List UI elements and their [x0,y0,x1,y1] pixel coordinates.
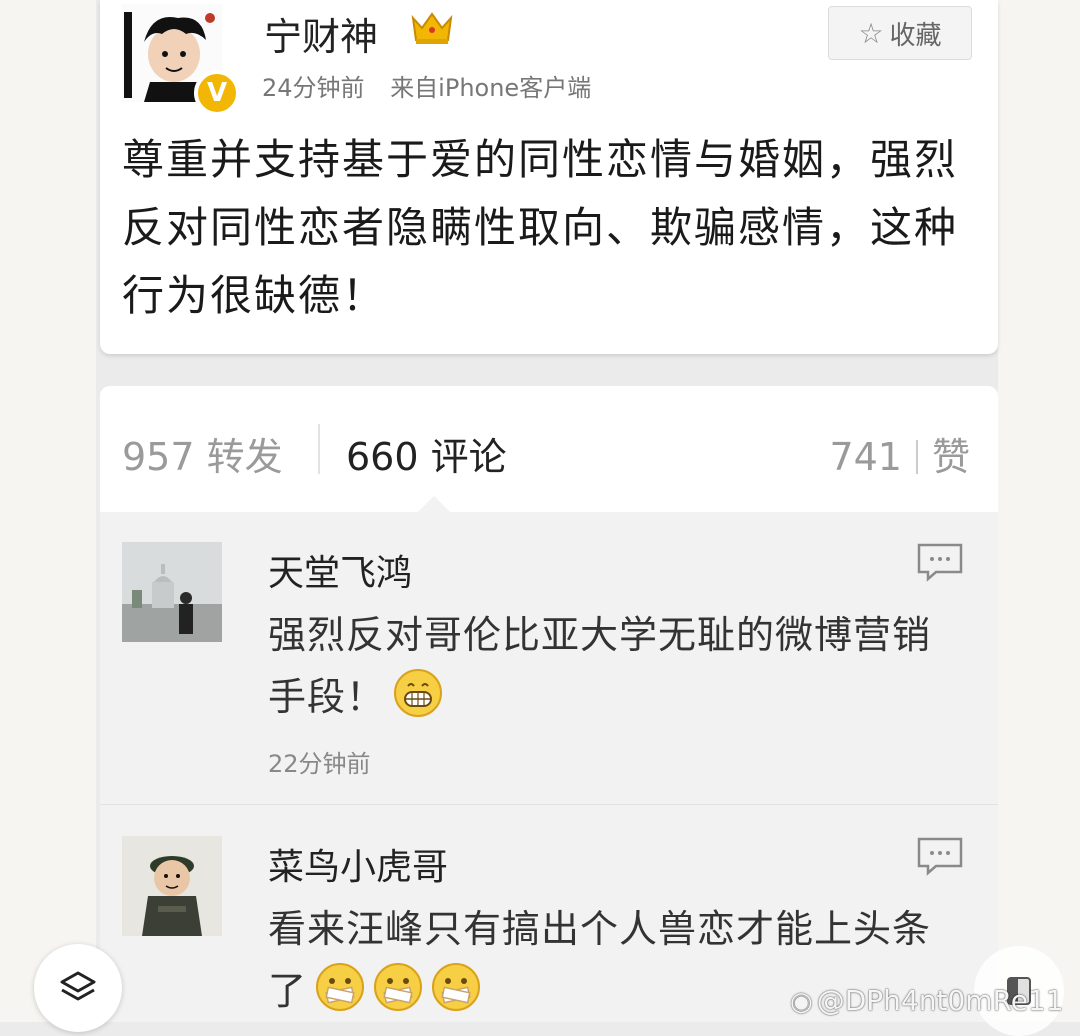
post-source[interactable]: 来自iPhone客户端 [390,74,591,102]
comment-author-name[interactable]: 菜鸟小虎哥 [268,838,448,890]
comment-author-name[interactable]: 天堂飞鸿 [268,544,412,596]
stats-divider [318,424,320,474]
crown-icon [411,12,453,44]
favorite-button[interactable]: ☆ 收藏 [828,6,972,60]
post-username[interactable]: 宁财神 [264,6,378,61]
watermark-handle: @DPh4nt0mRe11 [816,984,1064,1017]
stats-bar: 957 转发 660 评论 741 赞 [100,386,998,512]
post-time: 24分钟前 [262,74,365,102]
layers-button[interactable] [34,944,122,1032]
comments-tab[interactable]: 660 评论 [346,426,507,481]
likes-label: 赞 [931,435,970,479]
comments-list: 天堂飞鸿 强烈反对哥伦比亚大学无耻的微博营销手段！ 22分钟前 菜鸟小虎哥 看来… [100,512,998,1022]
post-text: 尊重并支持基于爱的同性恋情与婚姻，强烈反对同性恋者隐瞒性取向、欺骗感情，这种行为… [122,135,959,320]
favorite-label: 收藏 [889,20,942,51]
active-tab-indicator [418,496,450,512]
page-margin-left [0,0,96,1022]
cartoon-soldier-avatar-icon [122,836,222,936]
sealed-mouth-emoji-icon [374,963,423,1011]
comment-avatar[interactable] [122,542,222,642]
repost-tab[interactable]: 957 转发 [122,426,283,481]
sealed-mouth-emoji-icon [432,963,481,1011]
layers-icon [60,971,96,1001]
star-icon: ☆ [858,16,884,50]
likes-divider [915,440,918,474]
page-margin-right [998,0,1080,1022]
reply-comment-icon[interactable] [916,836,964,876]
sealed-mouth-emoji-icon [316,963,365,1011]
weibo-watermark: ◉ @DPh4nt0mRe11 [790,984,1064,1017]
verified-mark: V [206,78,228,108]
reply-comment-icon[interactable] [916,542,964,582]
verified-badge-icon: V [194,70,240,116]
post-meta: 24分钟前 来自iPhone客户端 [262,68,609,103]
comment-time: 22分钟前 [268,750,371,778]
likes-tab[interactable]: 741 赞 [829,426,970,481]
comment-avatar[interactable] [122,836,222,936]
likes-count: 741 [829,435,902,479]
weibo-logo-icon: ◉ [790,987,813,1017]
photo-avatar-icon [122,542,222,642]
comment-item: 天堂飞鸿 强烈反对哥伦比亚大学无耻的微博营销手段！ 22分钟前 [100,512,998,805]
post-card: V 宁财神 24分钟前 来自iPhone客户端 ☆ 收藏 尊重并支持基于爱的同性… [100,0,998,354]
comment-body: 强烈反对哥伦比亚大学无耻的微博营销手段！ [268,613,932,719]
grin-emoji-icon [394,669,443,717]
comment-text: 强烈反对哥伦比亚大学无耻的微博营销手段！ [268,604,948,728]
